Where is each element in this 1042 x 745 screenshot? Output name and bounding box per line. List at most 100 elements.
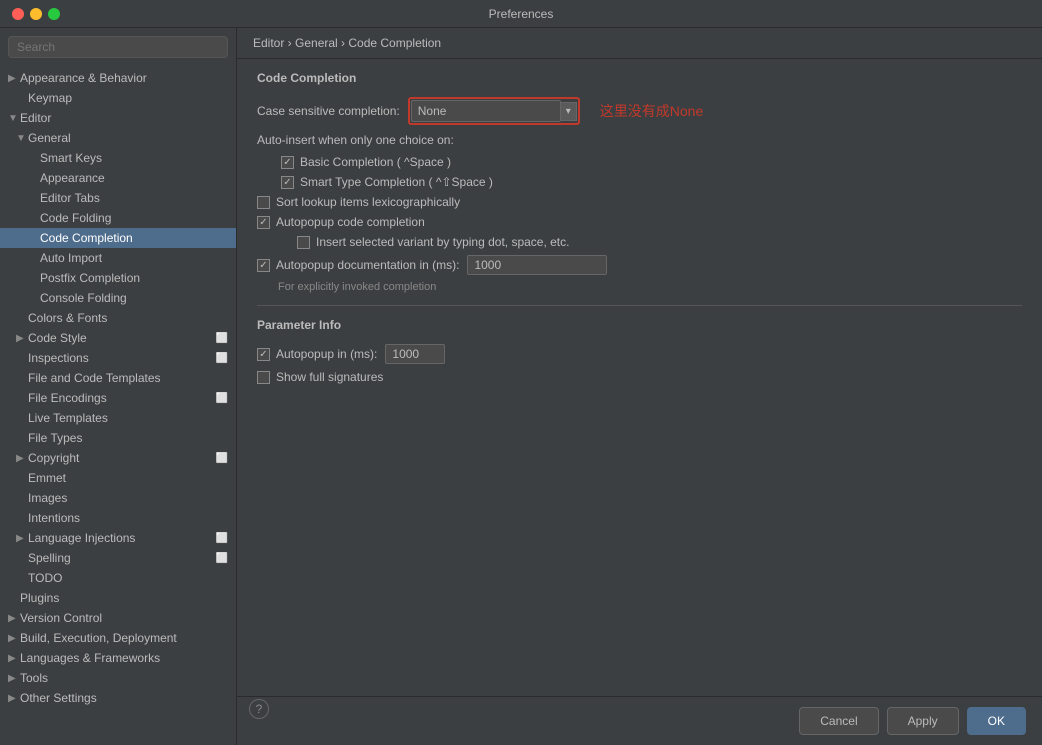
sidebar-item-label: Live Templates xyxy=(28,411,228,425)
sidebar-item-label: Spelling xyxy=(28,551,212,565)
autopopup-doc-input[interactable] xyxy=(467,255,607,275)
sidebar-item-label: File and Code Templates xyxy=(28,371,228,385)
ok-button[interactable]: OK xyxy=(967,707,1026,735)
sidebar-item-keymap[interactable]: Keymap xyxy=(0,88,236,108)
sidebar-item-label: File Encodings xyxy=(28,391,212,405)
sidebar-item-languages-frameworks[interactable]: ▶ Languages & Frameworks xyxy=(0,648,236,668)
basic-completion-checkbox[interactable] xyxy=(281,156,294,169)
sidebar-item-label: Copyright xyxy=(28,451,212,465)
sidebar-item-label: Auto Import xyxy=(40,251,228,265)
apply-button[interactable]: Apply xyxy=(887,707,959,735)
sidebar-item-label: Postfix Completion xyxy=(40,271,228,285)
sidebar-item-auto-import[interactable]: Auto Import xyxy=(0,248,236,268)
copy-icon: ⬜ xyxy=(216,393,228,404)
sidebar-item-code-style[interactable]: ▶ Code Style ⬜ xyxy=(0,328,236,348)
autopopup-completion-label: Autopopup code completion xyxy=(276,215,425,229)
sidebar-item-images[interactable]: Images xyxy=(0,488,236,508)
sort-lookup-label: Sort lookup items lexicographically xyxy=(276,195,460,209)
autopopup-doc-row: Autopopup documentation in (ms): xyxy=(257,255,1022,275)
arrow-icon: ▶ xyxy=(8,653,20,664)
footer-container: ? Cancel Apply OK xyxy=(237,696,1042,745)
sidebar-item-other-settings[interactable]: ▶ Other Settings xyxy=(0,688,236,708)
copy-icon: ⬜ xyxy=(216,533,228,544)
sidebar-item-build-execution[interactable]: ▶ Build, Execution, Deployment xyxy=(0,628,236,648)
sidebar-item-version-control[interactable]: ▶ Version Control xyxy=(0,608,236,628)
sidebar-item-editor[interactable]: ▼ Editor xyxy=(0,108,236,128)
sidebar-item-file-code-templates[interactable]: File and Code Templates xyxy=(0,368,236,388)
sidebar-item-label: Tools xyxy=(20,671,228,685)
sidebar-item-label: Keymap xyxy=(28,91,228,105)
sidebar-item-inspections[interactable]: Inspections ⬜ xyxy=(0,348,236,368)
arrow-icon: ▶ xyxy=(8,613,20,624)
footer-buttons: Cancel Apply OK xyxy=(783,697,1042,745)
sidebar-item-file-types[interactable]: File Types xyxy=(0,428,236,448)
sidebar-item-label: Intentions xyxy=(28,511,228,525)
sidebar-item-todo[interactable]: TODO xyxy=(0,568,236,588)
sidebar-item-editor-tabs[interactable]: Editor Tabs xyxy=(0,188,236,208)
sidebar-item-spelling[interactable]: Spelling ⬜ xyxy=(0,548,236,568)
sidebar-item-live-templates[interactable]: Live Templates xyxy=(0,408,236,428)
divider xyxy=(257,305,1022,306)
sidebar-item-tools[interactable]: ▶ Tools xyxy=(0,668,236,688)
sidebar-item-label: Images xyxy=(28,491,228,505)
autopopup-ms-checkbox[interactable] xyxy=(257,348,270,361)
sidebar-item-intentions[interactable]: Intentions xyxy=(0,508,236,528)
sidebar-item-label: Plugins xyxy=(20,591,228,605)
sidebar-item-label: Code Style xyxy=(28,331,212,345)
titlebar: Preferences xyxy=(0,0,1042,28)
sidebar-item-label: Inspections xyxy=(28,351,212,365)
arrow-icon: ▼ xyxy=(16,133,28,144)
autopopup-ms-row: Autopopup in (ms): xyxy=(257,344,1022,364)
sidebar-item-label: Smart Keys xyxy=(40,151,228,165)
sidebar-item-label: TODO xyxy=(28,571,228,585)
sidebar-item-smart-keys[interactable]: Smart Keys xyxy=(0,148,236,168)
sidebar-item-label: Emmet xyxy=(28,471,228,485)
parameter-info-title: Parameter Info xyxy=(257,318,1022,332)
minimize-button[interactable] xyxy=(30,8,42,20)
sort-lookup-checkbox[interactable] xyxy=(257,196,270,209)
copy-icon: ⬜ xyxy=(216,553,228,564)
case-sensitive-dropdown[interactable]: None All First letter xyxy=(411,100,561,122)
autopopup-doc-checkbox[interactable] xyxy=(257,259,270,272)
show-full-signatures-checkbox[interactable] xyxy=(257,371,270,384)
autopopup-completion-checkbox[interactable] xyxy=(257,216,270,229)
close-button[interactable] xyxy=(12,8,24,20)
main-layout: ▶ Appearance & Behavior Keymap ▼ Editor … xyxy=(0,28,1042,745)
sidebar-item-label: Language Injections xyxy=(28,531,212,545)
sidebar-item-appearance[interactable]: Appearance xyxy=(0,168,236,188)
section-title: Code Completion xyxy=(257,71,1022,85)
arrow-icon: ▶ xyxy=(16,533,28,544)
sidebar-item-colors-fonts[interactable]: Colors & Fonts xyxy=(0,308,236,328)
sidebar-item-code-completion[interactable]: Code Completion xyxy=(0,228,236,248)
show-full-signatures-label: Show full signatures xyxy=(276,370,383,384)
case-sensitive-row: Case sensitive completion: None All Firs… xyxy=(257,97,1022,125)
sidebar-item-appearance-behavior[interactable]: ▶ Appearance & Behavior xyxy=(0,68,236,88)
maximize-button[interactable] xyxy=(48,8,60,20)
search-input[interactable] xyxy=(8,36,228,58)
help-button[interactable]: ? xyxy=(249,699,269,719)
cancel-button[interactable]: Cancel xyxy=(799,707,878,735)
autopopup-completion-row: Autopopup code completion xyxy=(257,215,1022,229)
dropdown-wrapper: None All First letter ▾ xyxy=(408,97,580,125)
sidebar-item-general[interactable]: ▼ General xyxy=(0,128,236,148)
sidebar-item-postfix-completion[interactable]: Postfix Completion xyxy=(0,268,236,288)
sidebar-item-file-encodings[interactable]: File Encodings ⬜ xyxy=(0,388,236,408)
annotation-text: 这里没有成None xyxy=(600,101,703,121)
sidebar-item-label: Editor xyxy=(20,111,228,125)
window-title: Preferences xyxy=(489,7,554,21)
sidebar-item-plugins[interactable]: Plugins xyxy=(0,588,236,608)
arrow-icon: ▶ xyxy=(16,333,28,344)
sidebar-item-code-folding[interactable]: Code Folding xyxy=(0,208,236,228)
sidebar-item-language-injections[interactable]: ▶ Language Injections ⬜ xyxy=(0,528,236,548)
sidebar-item-copyright[interactable]: ▶ Copyright ⬜ xyxy=(0,448,236,468)
smart-completion-checkbox[interactable] xyxy=(281,176,294,189)
sidebar-item-emmet[interactable]: Emmet xyxy=(0,468,236,488)
arrow-icon: ▶ xyxy=(8,693,20,704)
sort-lookup-row: Sort lookup items lexicographically xyxy=(257,195,1022,209)
sidebar-item-console-folding[interactable]: Console Folding xyxy=(0,288,236,308)
arrow-icon: ▼ xyxy=(8,113,20,124)
insert-variant-checkbox[interactable] xyxy=(297,236,310,249)
autopopup-ms-input[interactable] xyxy=(385,344,445,364)
basic-completion-label: Basic Completion ( ^Space ) xyxy=(300,155,451,169)
dropdown-arrow-icon: ▾ xyxy=(561,102,577,121)
